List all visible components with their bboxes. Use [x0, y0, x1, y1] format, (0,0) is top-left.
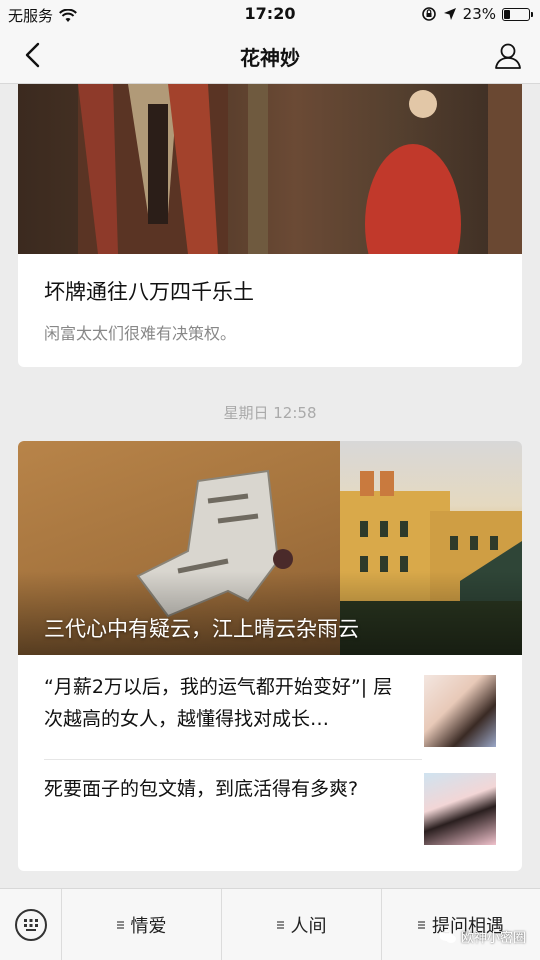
watermark: 欧神小密圈	[439, 927, 526, 946]
nav-bar: 花神妙	[0, 28, 540, 84]
painting-art	[78, 84, 522, 254]
battery-fill	[504, 9, 510, 19]
battery-icon	[502, 7, 533, 21]
keyboard-toggle-button[interactable]	[0, 889, 62, 960]
article-title[interactable]: 坏牌通往八万四千乐土	[44, 276, 254, 306]
article-row-title[interactable]: 死要面子的包文婧，到底活得有多爽?	[44, 773, 404, 805]
menu-item-label: 情爱	[130, 916, 167, 937]
status-right: 23%	[421, 5, 533, 23]
article-summary: 闲富太太们很难有决策权。	[44, 324, 237, 343]
row-divider	[44, 759, 422, 760]
menu-item-love[interactable]: 情爱	[62, 889, 222, 960]
wechat-icon	[439, 930, 456, 943]
article-card[interactable]: 坏牌通往八万四千乐土 闲富太太们很难有决策权。	[18, 84, 522, 367]
bottom-menu: 情爱 人间 提问相遇 欧神小密圈	[0, 888, 540, 960]
hero-title[interactable]: 三代心中有疑云，江上晴云杂雨云	[44, 613, 359, 643]
article-row[interactable]: “月薪2万以后，我的运气都开始变好”| 层次越高的女人，越懂得找对成长…	[18, 671, 522, 771]
submenu-icon	[418, 920, 426, 930]
article-row-title[interactable]: “月薪2万以后，我的运气都开始变好”| 层次越高的女人，越懂得找对成长…	[44, 671, 404, 735]
menu-item-ask[interactable]: 提问相遇	[382, 889, 540, 960]
article-thumbnail	[424, 675, 496, 747]
location-icon	[443, 8, 456, 20]
status-bar: 无服务 17:20 23%	[0, 0, 540, 28]
nav-title: 花神妙	[240, 46, 300, 70]
keyboard-icon	[15, 909, 47, 941]
article-thumbnail	[424, 773, 496, 845]
profile-icon[interactable]	[492, 40, 524, 72]
battery-percent: 23%	[462, 5, 496, 23]
article-row[interactable]: 死要面子的包文婧，到底活得有多爽?	[18, 773, 522, 871]
message-timestamp: 星期日 12:58	[223, 404, 317, 422]
menu-item-label: 人间	[290, 916, 327, 937]
rotation-lock-icon	[421, 7, 436, 21]
menu-item-world[interactable]: 人间	[222, 889, 382, 960]
submenu-icon	[116, 920, 125, 930]
article-cover-image	[18, 84, 522, 254]
submenu-icon	[276, 920, 285, 930]
hero-article[interactable]: 三代心中有疑云，江上晴云杂雨云	[18, 441, 522, 655]
watermark-text: 欧神小密圈	[460, 931, 526, 946]
article-group-card: 三代心中有疑云，江上晴云杂雨云 “月薪2万以后，我的运气都开始变好”| 层次越高…	[18, 441, 522, 871]
